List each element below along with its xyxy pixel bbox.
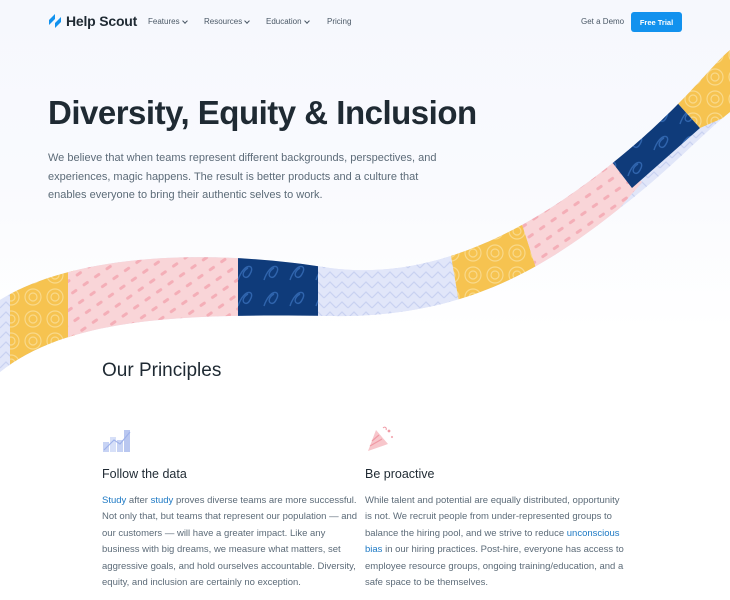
nav-resources[interactable]: Resources <box>204 17 251 26</box>
principle-card-follow-data: Follow the data Study after study proves… <box>102 424 364 591</box>
principle-card-be-proactive: Be proactive While talent and potential … <box>365 424 627 591</box>
party-hat-icon <box>368 426 394 451</box>
card-body-text: after <box>126 495 151 506</box>
free-trial-button[interactable]: Free Trial <box>631 12 682 32</box>
card-body: While talent and potential are equally d… <box>365 493 627 591</box>
principles-heading: Our Principles <box>102 360 222 381</box>
nav-features-label: Features <box>148 17 180 26</box>
card-body-text: proves diverse teams are more successful… <box>102 495 358 589</box>
logo-text: Help Scout <box>66 13 138 29</box>
study-link-1[interactable]: Study <box>102 495 126 506</box>
hero-subtitle: We believe that when teams represent dif… <box>48 152 437 201</box>
card-body: Study after study proves diverse teams a… <box>102 493 364 591</box>
get-demo-link[interactable]: Get a Demo <box>581 17 624 26</box>
nav-pricing-label: Pricing <box>327 17 352 26</box>
bar-chart-icon <box>103 430 131 452</box>
chevron-down-icon <box>181 17 188 24</box>
logo-mark-icon <box>49 14 61 28</box>
help-scout-logo[interactable]: Help Scout <box>48 13 137 29</box>
card-title: Be proactive <box>365 467 435 481</box>
top-navigation: Help Scout Features Resources Education … <box>0 0 730 44</box>
card-body-text: in our hiring practices. Post-hire, ever… <box>365 544 624 589</box>
nav-pricing[interactable]: Pricing <box>327 17 351 26</box>
nav-education[interactable]: Education <box>266 17 310 26</box>
nav-resources-label: Resources <box>204 17 243 26</box>
nav-features[interactable]: Features <box>148 17 188 26</box>
nav-education-label: Education <box>266 17 302 26</box>
card-title: Follow the data <box>102 467 187 481</box>
page-title: Diversity, Equity & Inclusion <box>48 94 477 131</box>
chevron-down-icon <box>303 17 310 24</box>
chevron-down-icon <box>244 17 251 24</box>
study-link-2[interactable]: study <box>151 495 174 506</box>
